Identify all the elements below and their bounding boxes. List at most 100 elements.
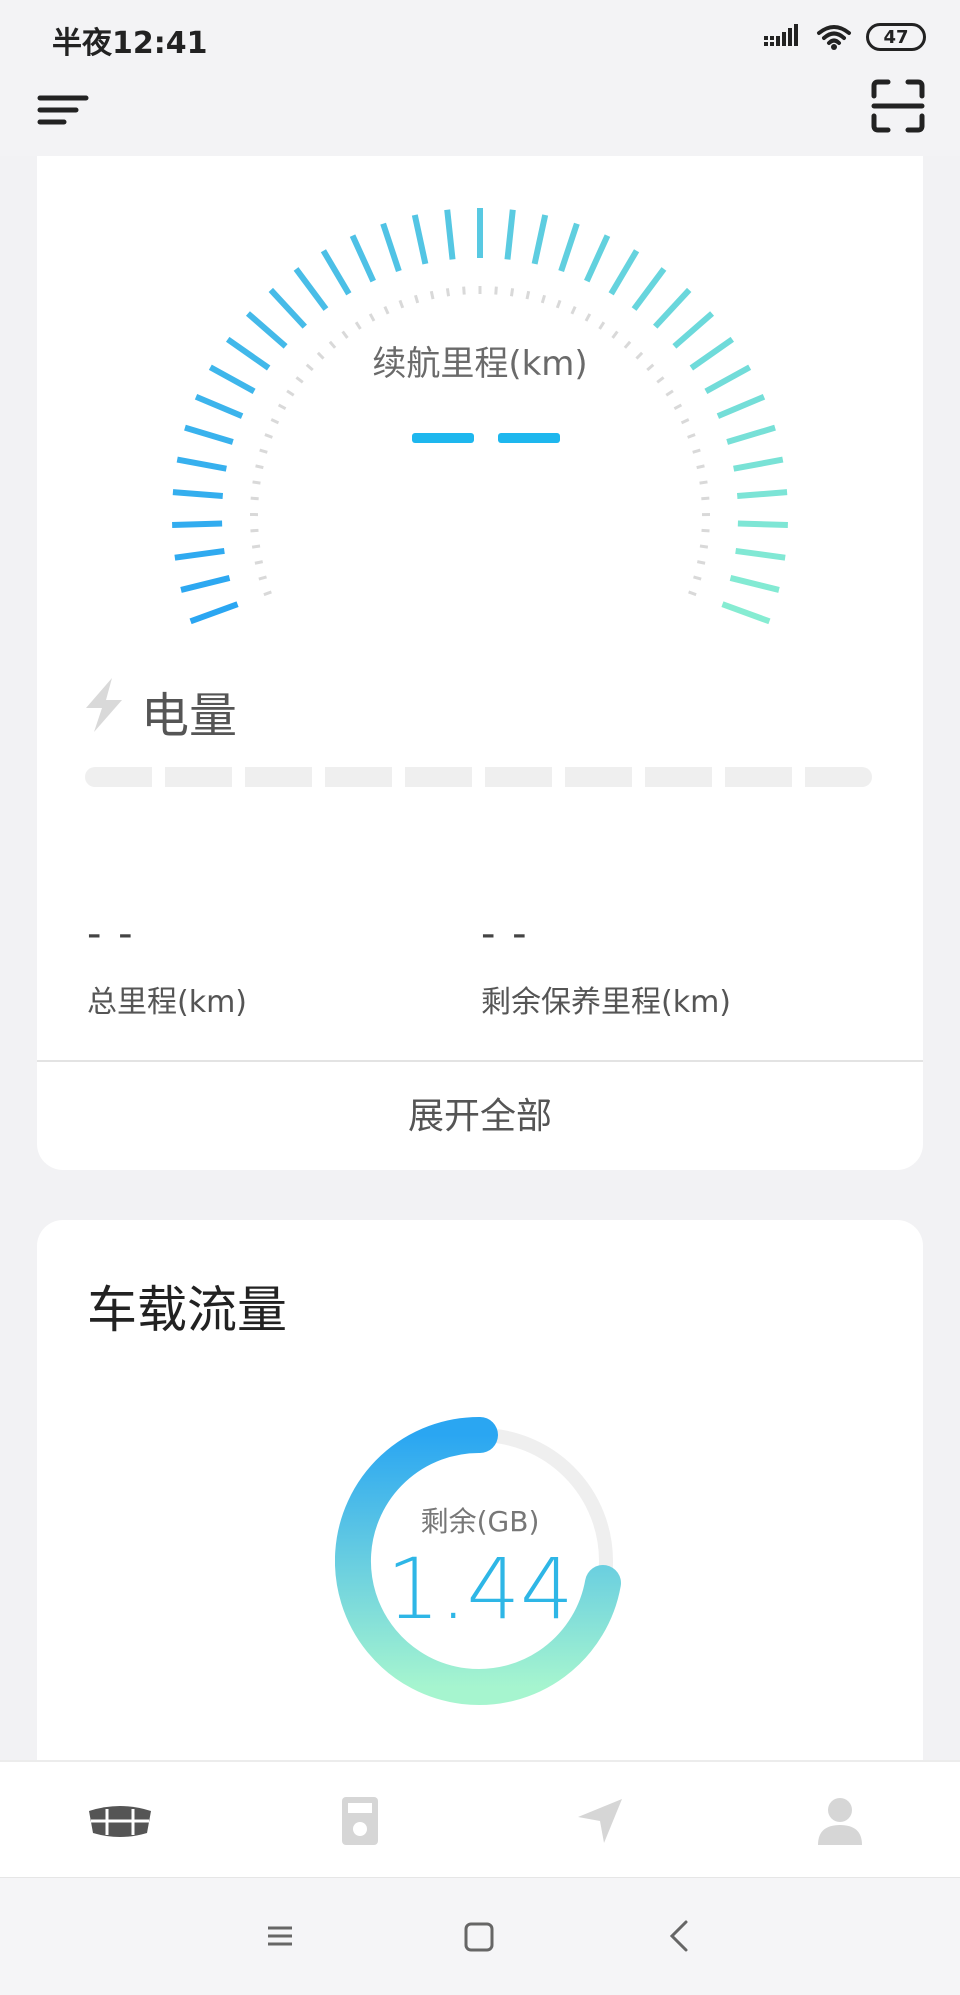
gauge-tick bbox=[734, 460, 783, 469]
nav-item-profile[interactable] bbox=[720, 1762, 960, 1879]
battery-segment bbox=[245, 767, 312, 787]
gauge-tick bbox=[383, 224, 399, 271]
gauge-tick bbox=[271, 290, 305, 327]
battery-segment bbox=[485, 767, 552, 787]
gauge-tick bbox=[175, 551, 225, 558]
gauge-tick bbox=[655, 290, 689, 327]
battery-segment bbox=[165, 767, 232, 787]
gauge-minor-tick bbox=[693, 577, 701, 579]
gauge-minor-tick bbox=[250, 530, 258, 531]
nav-item-remote[interactable] bbox=[240, 1762, 480, 1879]
wifi-icon bbox=[816, 23, 852, 51]
gauge-tick bbox=[323, 251, 348, 294]
gauge-tick bbox=[296, 269, 326, 309]
gauge-tick bbox=[191, 604, 238, 621]
gauge-minor-tick bbox=[527, 291, 529, 299]
battery-level-bar bbox=[85, 767, 872, 787]
expand-all-button[interactable]: 展开全部 bbox=[37, 1063, 923, 1170]
gauge-tick bbox=[173, 492, 223, 496]
gauge-minor-tick bbox=[600, 322, 604, 329]
gauge-dash-right bbox=[498, 433, 560, 443]
gauge-minor-tick bbox=[701, 498, 709, 499]
gauge-tick bbox=[177, 460, 226, 469]
gauge-minor-tick bbox=[666, 391, 673, 395]
gauge-tick bbox=[196, 397, 242, 416]
battery-segment bbox=[725, 767, 792, 787]
gauge-minor-tick bbox=[586, 314, 590, 321]
car-logo-icon bbox=[85, 1801, 155, 1841]
nav-item-navigation[interactable] bbox=[480, 1762, 720, 1879]
data-usage-card: 车载流量 剩余(GB) 1.44 bbox=[37, 1220, 923, 1760]
signal-icon bbox=[764, 24, 802, 50]
gauge-minor-tick bbox=[447, 288, 448, 296]
gauge-minor-tick bbox=[260, 450, 268, 452]
maintenance-mileage: - - 剩余保养里程(km) bbox=[481, 911, 731, 1021]
gauge-minor-tick bbox=[700, 546, 708, 547]
gauge-minor-tick bbox=[265, 435, 272, 438]
gauge-tick bbox=[172, 524, 222, 525]
menu-icon[interactable] bbox=[36, 86, 92, 134]
vehicle-status-card: 续航里程(km) 电量 - - 总里程(km) - - 剩余保养里程(km) 展… bbox=[37, 156, 923, 1170]
gauge-minor-tick bbox=[415, 295, 417, 303]
gauge-tick bbox=[737, 492, 787, 496]
maintenance-value: - - bbox=[481, 911, 731, 957]
gauge-tick bbox=[535, 215, 546, 264]
gauge-tick bbox=[447, 210, 452, 260]
total-mileage-value: - - bbox=[87, 911, 247, 957]
gauge-minor-tick bbox=[400, 300, 403, 307]
status-bar: 半夜12:41 47 bbox=[0, 0, 960, 72]
remaining-value: 1.44 bbox=[37, 1540, 923, 1638]
battery-segment bbox=[805, 767, 872, 787]
gauge-minor-tick bbox=[557, 300, 560, 307]
range-label: 续航里程(km) bbox=[37, 336, 923, 385]
card-divider bbox=[37, 1060, 923, 1062]
gauge-tick bbox=[507, 210, 512, 260]
top-bar bbox=[0, 72, 960, 156]
battery-segment bbox=[565, 767, 632, 787]
gauge-tick bbox=[634, 269, 664, 309]
battery-title: 电量 bbox=[141, 676, 237, 746]
gauge-minor-tick bbox=[271, 419, 278, 422]
bolt-icon bbox=[82, 678, 126, 732]
gauge-minor-tick bbox=[693, 450, 701, 452]
gauge-minor-tick bbox=[697, 466, 705, 468]
gauge-minor-tick bbox=[431, 291, 433, 299]
remaining-label: 剩余(GB) bbox=[37, 1500, 923, 1540]
gauge-minor-tick bbox=[682, 419, 689, 422]
gauge-tick bbox=[415, 215, 426, 264]
maintenance-label: 剩余保养里程(km) bbox=[481, 977, 731, 1021]
gauge-minor-tick bbox=[253, 482, 261, 483]
bottom-nav bbox=[0, 1760, 960, 1879]
scan-icon[interactable] bbox=[870, 78, 926, 134]
data-usage-title: 车载流量 bbox=[87, 1270, 287, 1342]
gauge-minor-tick bbox=[259, 577, 267, 579]
gauge-minor-tick bbox=[674, 405, 681, 409]
range-gauge bbox=[37, 156, 923, 636]
profile-icon bbox=[818, 1797, 862, 1845]
home-icon[interactable] bbox=[458, 1916, 498, 1956]
gauge-minor-tick bbox=[279, 405, 286, 409]
back-icon[interactable] bbox=[660, 1916, 700, 1956]
gauge-minor-tick bbox=[702, 530, 710, 531]
menu-icon[interactable] bbox=[260, 1916, 300, 1956]
gauge-minor-tick bbox=[255, 562, 263, 564]
gauge-minor-tick bbox=[689, 592, 697, 595]
nav-item-car[interactable] bbox=[0, 1762, 240, 1879]
gauge-minor-tick bbox=[264, 592, 272, 595]
system-nav bbox=[0, 1877, 960, 1995]
gauge-minor-tick bbox=[511, 288, 512, 296]
gauge-tick bbox=[185, 428, 233, 442]
gauge-minor-tick bbox=[252, 546, 260, 547]
gauge-minor-tick bbox=[287, 391, 294, 395]
gauge-tick bbox=[722, 604, 769, 621]
battery-segment bbox=[405, 767, 472, 787]
gauge-minor-tick bbox=[370, 314, 374, 321]
gauge-tick bbox=[718, 397, 764, 416]
gauge-tick bbox=[611, 251, 636, 294]
gauge-tick bbox=[561, 224, 577, 271]
total-mileage-label: 总里程(km) bbox=[87, 977, 247, 1021]
gauge-dash-left bbox=[412, 433, 474, 443]
navigation-icon bbox=[576, 1797, 624, 1845]
status-icons: 47 bbox=[764, 20, 926, 54]
gauge-minor-tick bbox=[256, 466, 264, 468]
